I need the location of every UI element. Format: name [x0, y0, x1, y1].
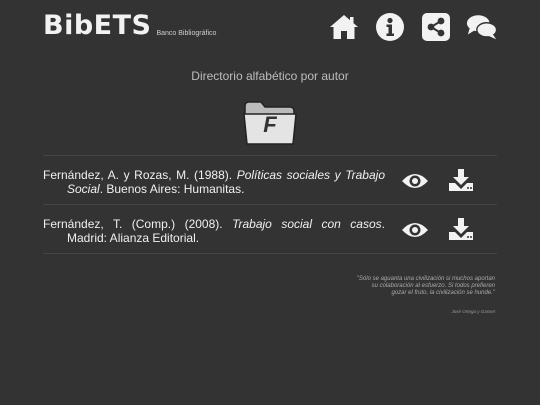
download-icon [449, 169, 473, 191]
view-button[interactable] [401, 170, 429, 192]
reference-text: Fernández, A. y Rozas, M. (1988). Políti… [43, 168, 385, 196]
download-button[interactable] [448, 217, 474, 241]
info-icon [376, 13, 404, 41]
quote-text: "Sólo se aguanta una civilización si muc… [356, 276, 495, 296]
reference-text: Fernández, T. (Comp.) (2008). Trabajo so… [43, 217, 385, 245]
logo[interactable]: BibETS Banco Bibliográfico [43, 10, 216, 42]
list-item: Fernández, A. y Rozas, M. (1988). Políti… [43, 155, 497, 204]
home-button[interactable] [328, 11, 360, 43]
reference-list: Fernández, A. y Rozas, M. (1988). Políti… [43, 155, 497, 254]
comments-button[interactable] [466, 11, 498, 43]
folder-letter: F [263, 112, 277, 137]
page-title: Directorio alfabético por autor [191, 69, 349, 83]
share-button[interactable] [420, 11, 452, 43]
reference-title: Trabajo social con casos [232, 217, 382, 231]
top-navigation [328, 11, 498, 43]
home-icon [330, 15, 358, 39]
eye-icon [402, 174, 428, 188]
eye-icon [402, 223, 428, 237]
logo-text: BibETS [43, 10, 152, 41]
info-button[interactable] [374, 11, 406, 43]
view-button[interactable] [401, 219, 429, 241]
download-icon [449, 218, 473, 240]
logo-subtitle: Banco Bibliográfico [156, 30, 217, 37]
list-item: Fernández, T. (Comp.) (2008). Trabajo so… [43, 204, 497, 254]
quote-author: José Ortega y Gasset [451, 309, 495, 314]
letter-folder: F [242, 98, 298, 148]
share-icon [422, 13, 450, 41]
download-button[interactable] [448, 168, 474, 192]
comments-icon [466, 15, 498, 40]
